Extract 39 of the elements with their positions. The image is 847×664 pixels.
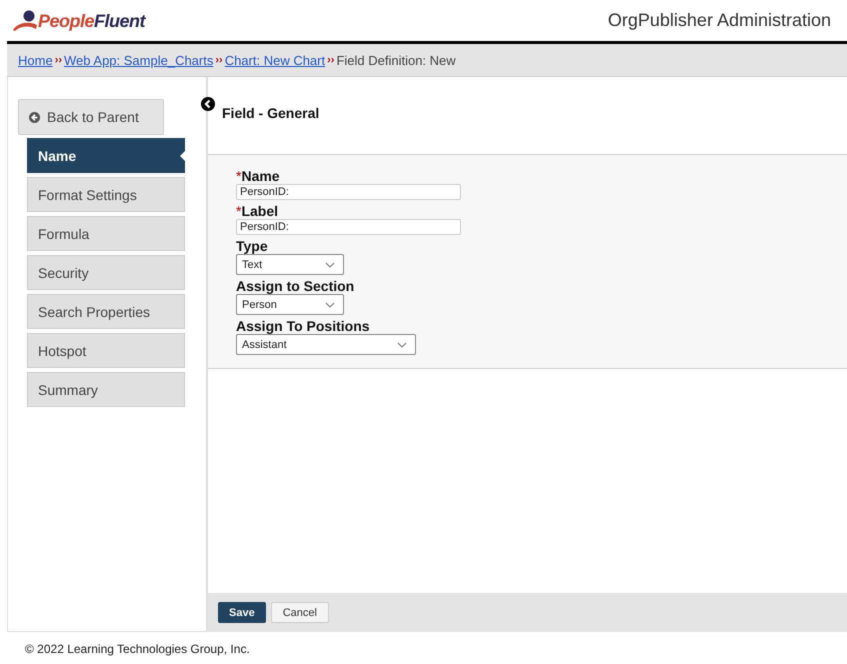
field-label: Name (241, 168, 280, 184)
dropdown[interactable]: Person (236, 294, 344, 315)
breadcrumb-link[interactable]: Chart: New Chart (224, 52, 326, 68)
logo-text: PeopleFluent (38, 10, 146, 32)
chevron-down-icon (325, 262, 335, 268)
nav-tab[interactable]: Summary (27, 372, 185, 407)
section-title: Field - General (222, 105, 320, 121)
field-label: Assign To Positions (236, 318, 370, 334)
field-label: Type (236, 238, 268, 254)
nav-tab[interactable]: Hotspot (27, 333, 185, 368)
breadcrumb-current: Field Definition: New (336, 52, 456, 68)
nav-tab[interactable]: Format Settings (27, 177, 185, 212)
back-button[interactable]: Back to Parent (18, 99, 164, 135)
breadcrumb-separator: ›› (54, 54, 62, 66)
field-label: Assign to Section (236, 278, 354, 294)
breadcrumb-link[interactable]: Home (18, 52, 53, 68)
back-arrow-icon (29, 112, 40, 122)
dropdown[interactable]: Text (236, 254, 344, 275)
save-button[interactable]: Save (218, 602, 266, 623)
dropdown[interactable]: Assistant (236, 334, 416, 355)
nav-tab[interactable]: Name (27, 138, 185, 173)
breadcrumb-separator: ›› (215, 54, 223, 66)
cancel-button[interactable]: Cancel (270, 602, 329, 623)
field-label: Label (241, 203, 278, 219)
required-asterisk: * (236, 203, 242, 219)
nav-tab[interactable]: Search Properties (27, 294, 185, 329)
app-title: OrgPublisher Administration (608, 10, 831, 31)
chevron-down-icon (397, 342, 407, 348)
breadcrumb-link[interactable]: Web App: Sample_Charts (64, 52, 214, 68)
nav-tab[interactable]: Formula (27, 216, 185, 251)
text-field[interactable]: PersonID: (236, 219, 461, 235)
nav-tab[interactable]: Security (27, 255, 185, 290)
logo-icon (12, 10, 38, 32)
required-asterisk: * (236, 168, 242, 184)
text-field[interactable]: PersonID: (236, 184, 461, 200)
collapse-icon[interactable] (201, 97, 215, 111)
copyright-text: © 2022 Learning Technologies Group, Inc. (24, 641, 251, 656)
breadcrumb-separator: ›› (327, 54, 334, 66)
chevron-down-icon (325, 302, 335, 308)
